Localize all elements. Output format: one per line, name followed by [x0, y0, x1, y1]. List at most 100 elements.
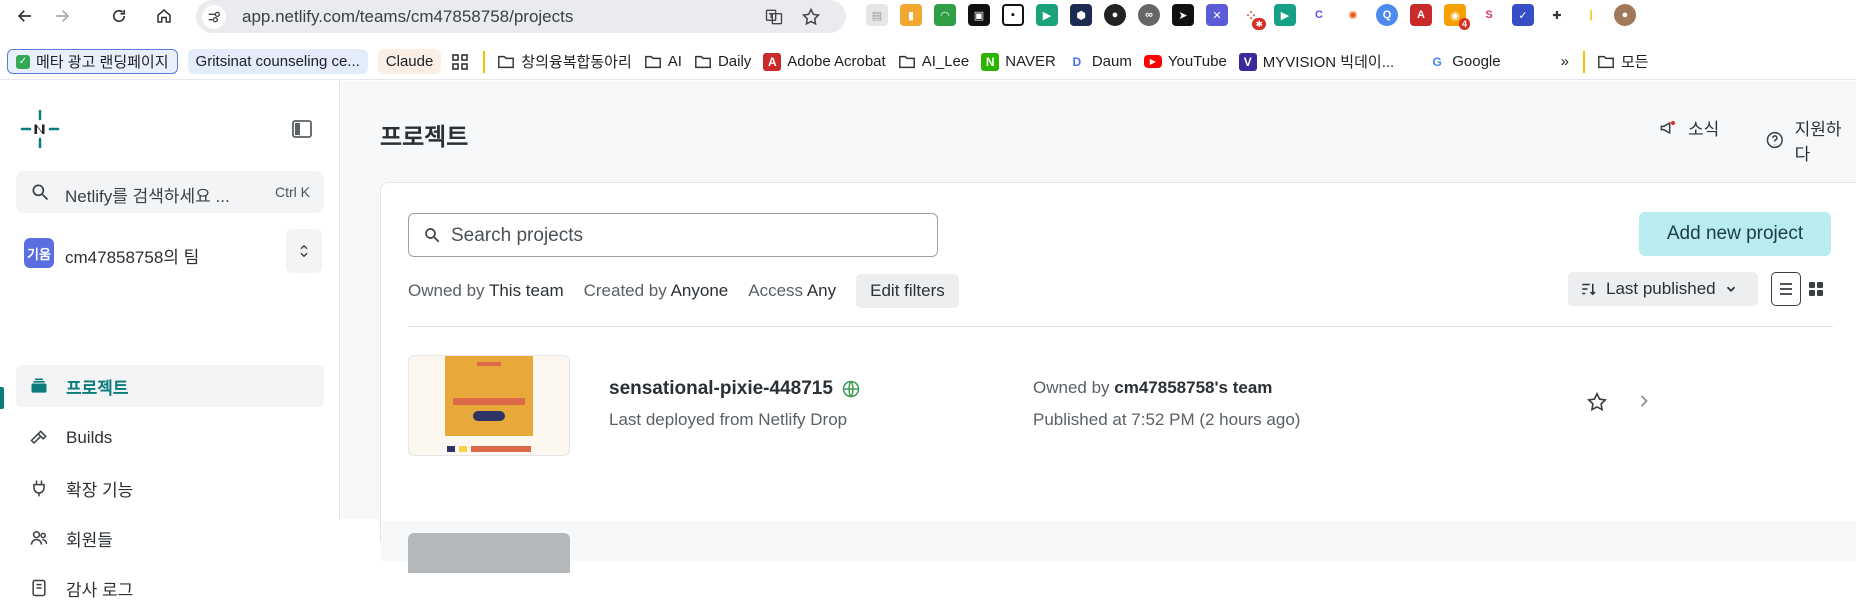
google-icon: G: [1432, 54, 1442, 69]
sort-dropdown[interactable]: Last published: [1568, 272, 1758, 306]
extension-pip-icon[interactable]: ▪: [1002, 4, 1024, 26]
bookmark-claude[interactable]: Claude: [377, 49, 442, 74]
bookmarks-bar: ✓ 메타 광고 랜딩페이지 Gritsinat counseling ce...…: [0, 44, 1856, 80]
news-link[interactable]: 소식: [1658, 115, 1719, 140]
project-search-input[interactable]: [451, 223, 921, 249]
project-thumbnail: [408, 533, 570, 573]
project-published-time: Published at 7:52 PM (2 hours ago): [1033, 410, 1301, 429]
extension-doc-icon[interactable]: ▤: [866, 4, 888, 26]
bookmark-adobe-acrobat[interactable]: A Adobe Acrobat: [763, 49, 897, 75]
extension-qr-icon[interactable]: ▣: [968, 4, 990, 26]
members-icon: [28, 527, 50, 549]
toolbar-separator: |: [1580, 4, 1602, 26]
extension-cast-icon[interactable]: ▶: [1274, 4, 1296, 26]
extension-shield-icon[interactable]: ✓: [1512, 4, 1534, 26]
more-bookmarks-button[interactable]: »: [1561, 49, 1581, 75]
grid-view-button[interactable]: [1801, 272, 1831, 306]
project-row[interactable]: [381, 521, 1856, 573]
filter-bar: Owned by This team Created by Anyone Acc…: [408, 274, 959, 308]
sidebar-item-label: 감사 로그: [66, 580, 134, 600]
netlify-logo[interactable]: [20, 109, 60, 149]
sidebar-item-label: 회원들: [66, 530, 113, 550]
list-view-button[interactable]: [1771, 272, 1801, 306]
folder-icon: [898, 53, 916, 71]
bookmark-folder-all[interactable]: 모든: [1597, 49, 1661, 75]
bookmark-google[interactable]: G Google: [1428, 49, 1512, 75]
address-bar[interactable]: app.netlify.com/teams/cm47858758/project…: [196, 0, 846, 33]
site-info-icon[interactable]: [202, 5, 226, 29]
plug-icon: [28, 477, 50, 499]
edit-filters-button[interactable]: Edit filters: [856, 274, 959, 308]
extension-seo-icon[interactable]: S: [1478, 4, 1500, 26]
project-search[interactable]: [408, 213, 938, 257]
extension-hex-icon[interactable]: ⬢: [1070, 4, 1092, 26]
forward-button[interactable]: [49, 3, 75, 29]
folder-icon: [694, 53, 712, 71]
favorite-star-icon[interactable]: [1586, 391, 1610, 415]
support-link[interactable]: 지원하다: [1765, 115, 1856, 165]
extension-burst-icon[interactable]: ✺: [1342, 4, 1364, 26]
team-avatar: 기움: [24, 238, 54, 268]
search-icon: [425, 228, 440, 243]
sidebar-item-builds[interactable]: Builds: [16, 417, 324, 459]
extension-x-icon[interactable]: ✕: [1206, 4, 1228, 26]
youtube-icon: ▶: [1143, 55, 1162, 68]
bookmark-naver[interactable]: N NAVER: [981, 49, 1068, 75]
extension-link-icon[interactable]: ∞: [1138, 4, 1160, 26]
page-title: 프로젝트: [380, 124, 469, 151]
sidebar: Netlify를 검색하세요 ... Ctrl K 기움 cm47858758의…: [0, 81, 340, 600]
apps-grid-icon: [451, 53, 469, 71]
translate-icon[interactable]: [763, 6, 785, 28]
filter-created-by[interactable]: Created by Anyone: [584, 281, 729, 301]
project-name[interactable]: sensational-pixie-448715: [609, 378, 861, 400]
filter-owned-by[interactable]: Owned by This team: [408, 281, 564, 301]
bookmark-apps[interactable]: [451, 49, 481, 75]
extension-send-icon[interactable]: ➤: [1172, 4, 1194, 26]
sort-label: Last published: [1606, 279, 1716, 298]
grid-icon: [1809, 282, 1823, 296]
bookmark-separator: [1582, 50, 1585, 73]
extension-c-icon[interactable]: C: [1308, 4, 1330, 26]
bookmark-folder-ai[interactable]: AI: [644, 49, 694, 75]
profile-avatar[interactable]: ●: [1614, 4, 1636, 26]
add-new-project-button[interactable]: Add new project: [1639, 212, 1831, 256]
chevron-up-down-icon[interactable]: [286, 229, 322, 273]
extension-headphones-icon[interactable]: ◠: [934, 4, 956, 26]
bookmark-meta-landing[interactable]: ✓ 메타 광고 랜딩페이지: [7, 49, 178, 74]
sidebar-item-audit-log[interactable]: 감사 로그: [16, 567, 324, 609]
chevron-down-icon: [1726, 286, 1735, 292]
bookmark-folder-creative[interactable]: 창의융복합동아리: [497, 49, 643, 75]
bookmark-star-icon[interactable]: [800, 6, 822, 28]
sidebar-item-projects[interactable]: 프로젝트: [16, 365, 324, 407]
audit-log-icon: [28, 577, 50, 599]
back-button[interactable]: [12, 3, 38, 29]
myvision-icon: V: [1238, 52, 1257, 71]
bookmark-folder-daily[interactable]: Daily: [694, 49, 763, 75]
team-switcher[interactable]: 기움 cm47858758의 팀: [16, 229, 324, 273]
sidebar-search[interactable]: Netlify를 검색하세요 ... Ctrl K: [16, 171, 324, 213]
extension-folder-icon[interactable]: ▮: [900, 4, 922, 26]
home-button[interactable]: [151, 3, 177, 29]
extension-play-icon[interactable]: ▶: [1036, 4, 1058, 26]
bookmark-daum[interactable]: D Daum: [1068, 49, 1144, 75]
extension-pdf-icon[interactable]: A: [1410, 4, 1432, 26]
chevron-right-icon[interactable]: [1634, 391, 1658, 415]
bookmark-gritsinat[interactable]: Gritsinat counseling ce...: [187, 49, 368, 74]
project-row[interactable]: sensational-pixie-448715 Last deployed f…: [381, 355, 1856, 475]
extension-notify-icon[interactable]: ◉ 4: [1444, 4, 1470, 30]
sidebar-item-extensions[interactable]: 확장 기능: [16, 467, 324, 509]
sidebar-collapse-icon[interactable]: [290, 117, 314, 141]
sidebar-item-members[interactable]: 회원들: [16, 517, 324, 559]
extension-dots-icon[interactable]: ⁘ ✱: [1240, 4, 1266, 30]
extension-circle-icon[interactable]: ●: [1104, 4, 1126, 26]
bookmark-folder-ai-lee[interactable]: AI_Lee: [898, 49, 982, 75]
extension-q-icon[interactable]: Q: [1376, 4, 1398, 26]
sidebar-item-label: Builds: [66, 428, 113, 447]
bookmark-youtube[interactable]: ▶ YouTube: [1143, 49, 1239, 75]
filter-access[interactable]: Access Any: [748, 281, 836, 301]
reload-button[interactable]: [106, 3, 132, 29]
extensions-puzzle-icon[interactable]: ✚: [1546, 4, 1568, 26]
bookmark-myvision[interactable]: V MYVISION 빅데이...: [1238, 49, 1406, 75]
project-owner: Owned by cm47858758's team: [1033, 378, 1273, 397]
browser-toolbar: app.netlify.com/teams/cm47858758/project…: [0, 0, 1856, 33]
